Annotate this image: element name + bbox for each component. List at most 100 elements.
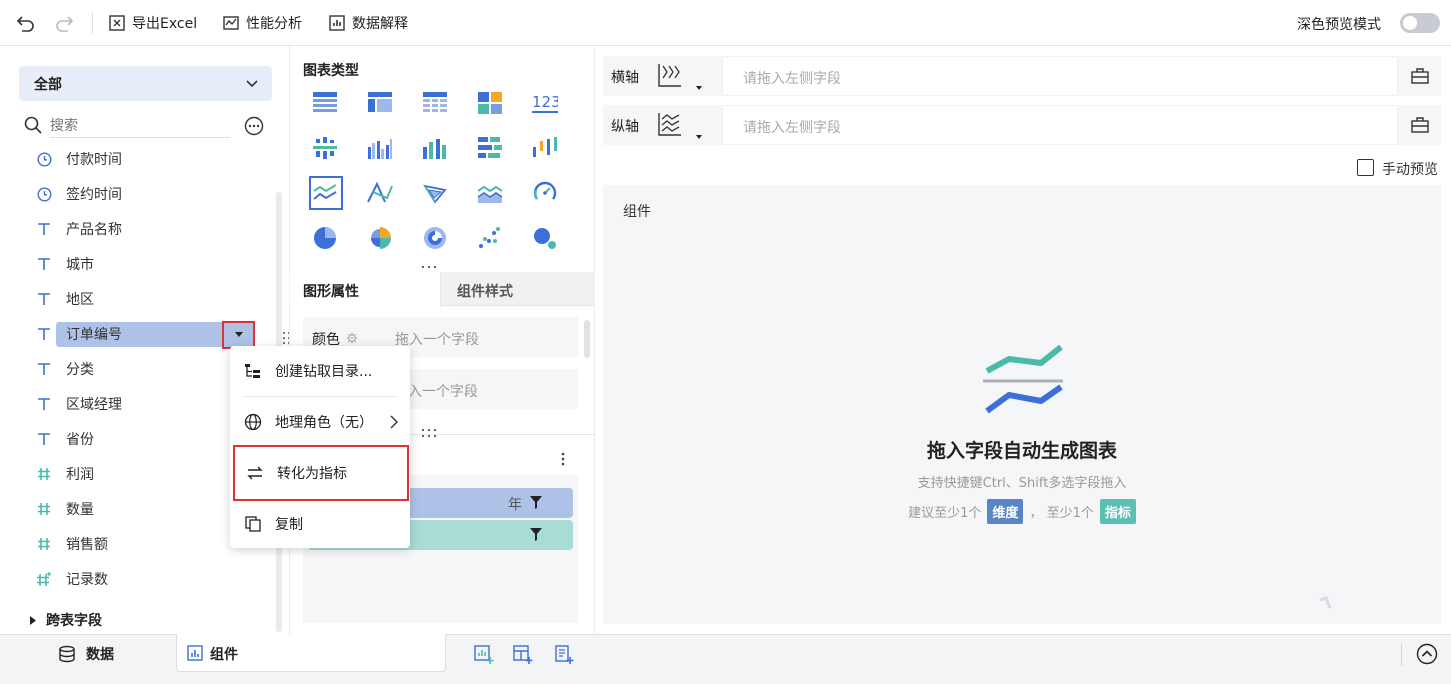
chart-type-table-icon[interactable] (307, 85, 343, 121)
component-tab[interactable]: 组件 (176, 634, 446, 672)
gear-icon[interactable] (346, 332, 358, 344)
number-type-icon (36, 501, 52, 517)
data-explain-button[interactable]: 数据解释 (328, 11, 408, 35)
field-item-sales[interactable]: 销售额 (36, 530, 108, 558)
field-label: 订单编号 (66, 327, 122, 343)
number-count-icon (36, 571, 52, 587)
convert-arrows-icon (246, 466, 264, 480)
undo-icon[interactable] (16, 13, 36, 33)
clock-icon (36, 151, 52, 167)
menu-item-copy[interactable]: 复制 (230, 506, 410, 542)
chart-type-rose-pie-icon[interactable] (362, 220, 398, 256)
chart-type-grouped-table-icon[interactable] (307, 130, 343, 166)
add-dashboard-icon[interactable] (513, 645, 533, 665)
field-item-product-name[interactable]: 产品名称 (36, 215, 122, 243)
drill-tree-icon (244, 363, 262, 379)
y-axis-drop-field[interactable]: 请拖入左侧字段 (722, 105, 1398, 145)
field-item-province[interactable]: 省份 (36, 425, 94, 453)
caret-down-icon[interactable] (696, 135, 702, 140)
number-type-icon (36, 466, 52, 482)
suggest-prefix: 建议至少1个 (908, 506, 982, 521)
vertical-more-icon[interactable] (558, 452, 568, 466)
field-item-category[interactable]: 分类 (36, 355, 94, 383)
field-item-record-count[interactable]: 记录数 (36, 565, 108, 593)
field-item-payment-time[interactable]: 付款时间 (36, 145, 122, 173)
chevron-right-icon (390, 415, 398, 429)
chart-type-bar-icon[interactable] (417, 130, 453, 166)
redo-icon[interactable] (54, 13, 74, 33)
canvas-suggestion: 建议至少1个 维度 ， 至少1个 指标 (603, 499, 1441, 524)
data-tab[interactable]: 数据 (58, 644, 114, 664)
table-selector[interactable]: 全部 (19, 66, 272, 101)
chart-type-gauge-icon[interactable] (527, 175, 563, 211)
chart-type-scatter-icon[interactable] (472, 220, 508, 256)
chart-type-line-icon[interactable] (307, 175, 343, 211)
add-story-icon[interactable] (554, 645, 574, 665)
chart-type-detail-table-icon[interactable] (417, 85, 453, 121)
field-label: 区域经理 (66, 397, 122, 413)
x-axis-drop-field[interactable]: 请拖入左侧字段 (722, 56, 1398, 96)
field-label: 数量 (66, 502, 94, 518)
bottom-divider (1401, 644, 1402, 666)
cross-table-fields-toggle[interactable]: 跨表字段 (30, 610, 102, 630)
manual-preview-label: 手动预览 (1382, 162, 1438, 178)
y-axis-type-icon[interactable] (657, 111, 683, 137)
field-label: 付款时间 (66, 152, 122, 168)
component-tab-label: 组件 (210, 647, 238, 663)
axis-settings-icon[interactable] (1411, 67, 1429, 85)
top-toolbar (0, 0, 1451, 46)
caret-down-icon (235, 332, 243, 338)
props-scrollbar[interactable] (584, 320, 590, 358)
field-item-profit[interactable]: 利润 (36, 460, 94, 488)
field-item-area-manager[interactable]: 区域经理 (36, 390, 122, 418)
chart-type-area-icon[interactable] (472, 175, 508, 211)
suggest-mid: ， 至少1个 (1029, 506, 1094, 521)
menu-item-convert-to-metric[interactable]: 转化为指标 (233, 445, 409, 501)
field-item-sign-time[interactable]: 签约时间 (36, 180, 122, 208)
tab-shape-properties[interactable]: 图形属性 (290, 272, 441, 307)
collapse-up-icon[interactable] (1416, 643, 1438, 665)
chart-type-stacked-bar-icon[interactable] (472, 130, 508, 166)
dark-mode-toggle[interactable] (1400, 13, 1440, 33)
axis-settings-icon[interactable] (1411, 116, 1429, 134)
field-item-city[interactable]: 城市 (36, 250, 94, 278)
tab-shape-label: 图形属性 (303, 284, 359, 300)
chart-type-multi-line-icon[interactable] (362, 175, 398, 211)
y-axis-placeholder: 请拖入左侧字段 (743, 120, 841, 136)
chart-type-pivot-icon[interactable] (362, 85, 398, 121)
chart-type-multi-pie-icon[interactable] (417, 220, 453, 256)
caret-down-icon[interactable] (696, 86, 702, 91)
chart-type-waterfall-icon[interactable] (527, 130, 563, 166)
chart-type-radar-icon[interactable] (417, 175, 453, 211)
x-axis-type-icon[interactable] (657, 62, 683, 88)
field-item-order-number[interactable]: 订单编号 (36, 320, 122, 348)
field-label: 利润 (66, 467, 94, 483)
excel-icon (108, 14, 126, 32)
search-input[interactable] (50, 114, 230, 138)
resize-handle-icon[interactable] (421, 428, 437, 438)
performance-icon (222, 14, 240, 32)
size-drop-placeholder: 入一个字段 (408, 384, 478, 400)
x-axis-row: 横轴 请拖入左侧字段 (603, 56, 1441, 96)
add-component-icon[interactable] (474, 645, 494, 665)
chart-type-pie-icon[interactable] (307, 220, 343, 256)
menu-item-create-drill[interactable]: 创建钻取目录... (230, 353, 410, 389)
more-options-icon[interactable] (244, 116, 264, 136)
field-item-region[interactable]: 地区 (36, 285, 94, 313)
filter-icon[interactable] (530, 528, 542, 541)
chart-type-bubble-icon[interactable] (527, 220, 563, 256)
tab-component-style[interactable]: 组件样式 (441, 272, 594, 306)
performance-analysis-button[interactable]: 性能分析 (222, 11, 302, 35)
toolbar-divider (92, 12, 93, 34)
filter-icon[interactable] (530, 496, 542, 509)
field-item-quantity[interactable]: 数量 (36, 495, 94, 523)
watermark-icon (1318, 596, 1332, 610)
manual-preview-checkbox[interactable] (1357, 159, 1374, 176)
export-excel-button[interactable]: 导出Excel (108, 11, 197, 35)
search-icon (24, 116, 42, 134)
menu-item-geo-role[interactable]: 地理角色（无） (230, 404, 410, 440)
chart-type-kpi-number-icon[interactable]: 123 (527, 85, 563, 121)
chart-type-card-icon[interactable] (472, 85, 508, 121)
chart-type-grouped-bar-icon[interactable] (362, 130, 398, 166)
field-dropdown-button[interactable] (222, 321, 255, 349)
